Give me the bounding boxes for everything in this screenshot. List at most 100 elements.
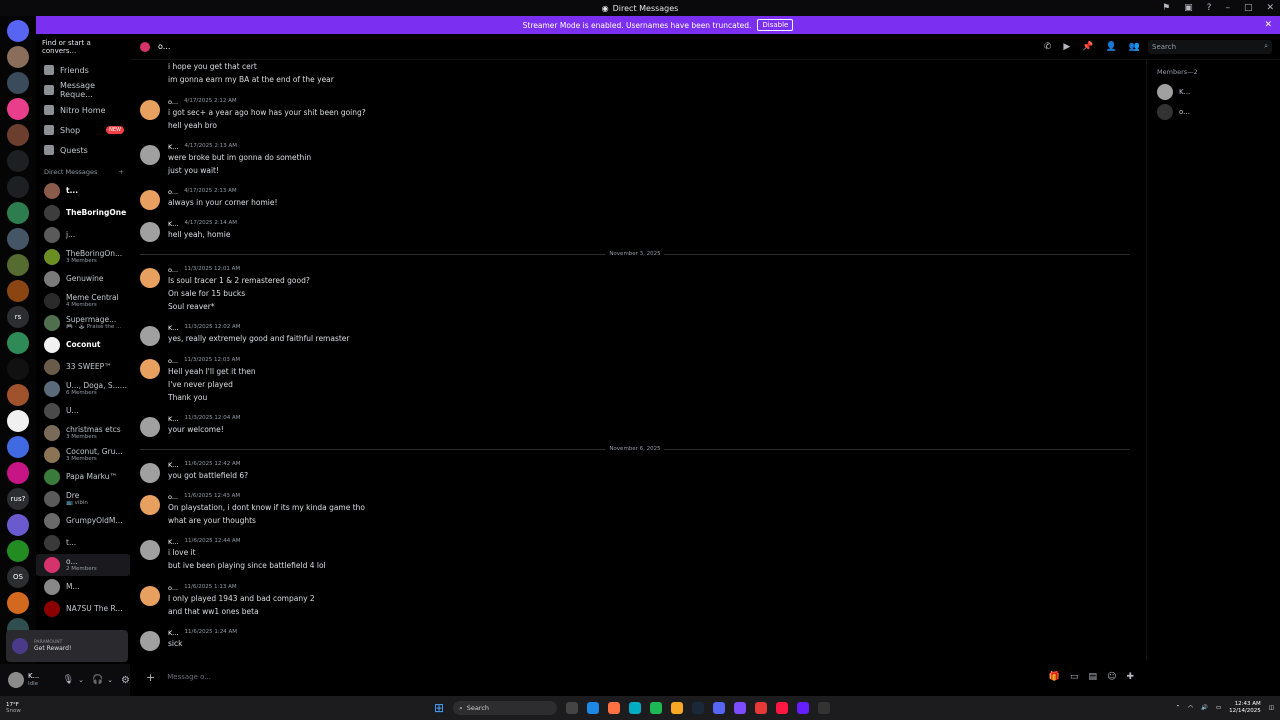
message-avatar[interactable]: [140, 326, 160, 346]
message-avatar[interactable]: [140, 631, 160, 651]
app-icon[interactable]: [608, 702, 621, 714]
app-icon[interactable]: [797, 702, 810, 714]
dm-item[interactable]: NA7SU The R...: [36, 598, 130, 620]
message-avatar[interactable]: [140, 495, 160, 515]
discord-home-icon[interactable]: [7, 20, 29, 42]
opera-icon[interactable]: [776, 702, 789, 714]
server-icon[interactable]: [7, 358, 29, 380]
add-friends-icon[interactable]: 👤: [1106, 42, 1117, 52]
dm-item[interactable]: M...: [36, 576, 130, 598]
app-icon[interactable]: [734, 702, 747, 714]
dm-item[interactable]: Coconut, Gru... 3 Members: [36, 444, 130, 466]
chevron-up-icon[interactable]: ⌃: [1176, 705, 1181, 711]
volume-icon[interactable]: 🔊: [1201, 705, 1208, 711]
chevron-down-icon[interactable]: ⌄: [78, 676, 84, 684]
message-avatar[interactable]: [140, 190, 160, 210]
server-icon[interactable]: [7, 46, 29, 68]
message-avatar[interactable]: [140, 145, 160, 165]
search-input[interactable]: Search ⌕: [1148, 39, 1272, 54]
app-icon[interactable]: [629, 702, 642, 714]
dm-item[interactable]: t...: [36, 180, 130, 202]
server-icon[interactable]: [7, 436, 29, 458]
dm-item[interactable]: U..., Doga, S...... 6 Members: [36, 378, 130, 400]
message-author[interactable]: K...: [168, 629, 178, 637]
server-icon[interactable]: [7, 540, 29, 562]
server-icon[interactable]: [7, 384, 29, 406]
spotify-icon[interactable]: [650, 702, 663, 714]
message-avatar[interactable]: [140, 359, 160, 379]
server-icon[interactable]: [7, 592, 29, 614]
steam-icon[interactable]: [692, 702, 705, 714]
dm-item[interactable]: 33 SWEEP™: [36, 356, 130, 378]
server-icon[interactable]: [7, 514, 29, 536]
message-author[interactable]: o...: [168, 266, 178, 274]
wifi-icon[interactable]: ◠: [1188, 705, 1193, 711]
chevron-down-icon[interactable]: ⌄: [107, 676, 113, 684]
gift-icon[interactable]: 🎁: [1049, 672, 1060, 682]
clock[interactable]: 12:43 AM 12/14/2025: [1229, 701, 1261, 714]
nav-item-shop[interactable]: Shop NEW: [36, 120, 130, 140]
pin-icon[interactable]: ⚑: [1162, 3, 1170, 13]
member-list-icon[interactable]: 👥: [1129, 42, 1140, 52]
server-icon[interactable]: [7, 332, 29, 354]
weather-widget[interactable]: 17°F Snow: [6, 702, 21, 714]
plus-icon[interactable]: +: [146, 671, 155, 684]
server-icon[interactable]: rs: [7, 306, 29, 328]
pinned-messages-icon[interactable]: 📌: [1082, 42, 1093, 52]
message-author[interactable]: o...: [168, 357, 178, 365]
battery-icon[interactable]: ▭: [1216, 705, 1221, 711]
message-author[interactable]: o...: [168, 584, 178, 592]
emoji-icon[interactable]: ☺: [1107, 672, 1116, 682]
channel-name[interactable]: o...: [158, 42, 170, 51]
app-icon[interactable]: [755, 702, 768, 714]
find-conversation-button[interactable]: Find or start a convers...: [42, 39, 126, 55]
minimize-button[interactable]: –: [1225, 3, 1230, 13]
apps-icon[interactable]: ✚: [1126, 672, 1134, 682]
file-explorer-icon[interactable]: [566, 702, 579, 714]
message-author[interactable]: K...: [168, 461, 178, 469]
dm-item[interactable]: Supermage... 🎮 · 🕹 Praise the ...: [36, 312, 130, 334]
member-item[interactable]: o...: [1157, 102, 1270, 122]
message-author[interactable]: K...: [168, 143, 178, 151]
nav-item-quests[interactable]: Quests: [36, 140, 130, 160]
dm-item[interactable]: GrumpyOldM...: [36, 510, 130, 532]
message-avatar[interactable]: [140, 268, 160, 288]
maximize-button[interactable]: □: [1244, 3, 1253, 13]
message-author[interactable]: K...: [168, 220, 178, 228]
gif-icon[interactable]: ▭: [1070, 672, 1079, 682]
server-icon[interactable]: [7, 202, 29, 224]
dm-item[interactable]: TheBoringOn... 3 Members: [36, 246, 130, 268]
server-icon[interactable]: OS: [7, 566, 29, 588]
windows-start-icon[interactable]: ⊞: [434, 701, 444, 715]
message-avatar[interactable]: [140, 463, 160, 483]
dm-item[interactable]: Coconut: [36, 334, 130, 356]
close-banner-icon[interactable]: ✕: [1264, 20, 1272, 30]
message-author[interactable]: K...: [168, 415, 178, 423]
help-icon[interactable]: ?: [1207, 3, 1212, 13]
message-author[interactable]: o...: [168, 493, 178, 501]
server-icon[interactable]: [7, 462, 29, 484]
headphones-icon[interactable]: 🎧: [92, 675, 103, 685]
close-window-button[interactable]: ✕: [1266, 3, 1274, 13]
add-dm-button[interactable]: +: [119, 168, 124, 176]
video-call-icon[interactable]: ▶: [1063, 42, 1070, 52]
message-author[interactable]: K...: [168, 538, 178, 546]
settings-gear-icon[interactable]: ⚙: [121, 675, 130, 686]
sticker-icon[interactable]: ▤: [1089, 672, 1098, 682]
edge-icon[interactable]: [587, 702, 600, 714]
reward-banner[interactable]: PARAMOUNT Get Reward!: [6, 630, 128, 662]
server-icon[interactable]: [7, 280, 29, 302]
terminal-icon[interactable]: [818, 702, 831, 714]
server-icon[interactable]: [7, 254, 29, 276]
dm-item[interactable]: j...: [36, 224, 130, 246]
server-icon[interactable]: [7, 124, 29, 146]
dm-item[interactable]: christmas etcs 3 Members: [36, 422, 130, 444]
message-avatar[interactable]: [140, 540, 160, 560]
user-avatar[interactable]: [8, 672, 24, 688]
folder-icon[interactable]: [671, 702, 684, 714]
dm-item[interactable]: t...: [36, 532, 130, 554]
message-avatar[interactable]: [140, 222, 160, 242]
message-avatar[interactable]: [140, 100, 160, 120]
voice-call-icon[interactable]: ✆: [1044, 42, 1052, 52]
member-item[interactable]: K...: [1157, 82, 1270, 102]
